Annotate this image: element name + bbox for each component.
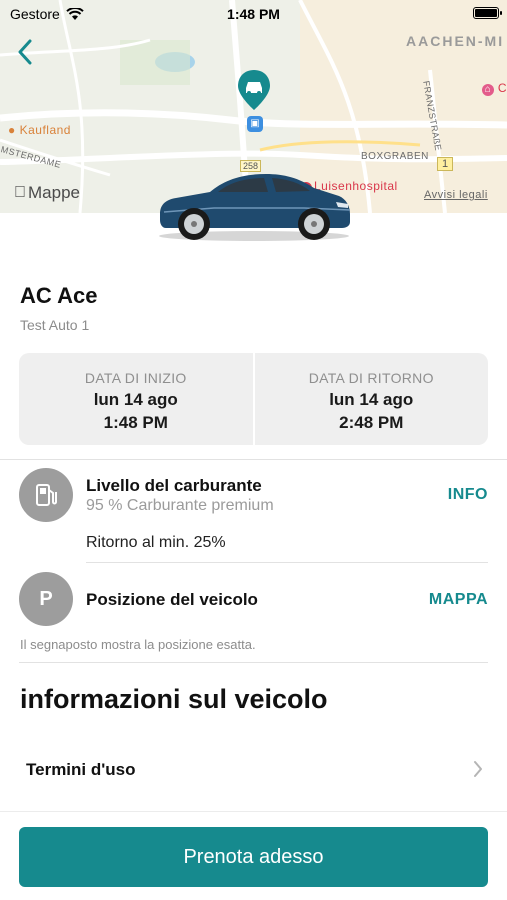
- vehicle-location-pin-icon[interactable]: [236, 68, 272, 112]
- apple-logo-icon: : [14, 184, 26, 202]
- battery-icon: [473, 7, 502, 19]
- back-button[interactable]: [10, 34, 40, 70]
- return-date-label: DATA DI RITORNO: [308, 370, 434, 386]
- start-date-day: lun 14 ago: [93, 390, 178, 409]
- fuel-info-button[interactable]: INFO: [448, 486, 488, 504]
- legal-link[interactable]: Avvisi legali: [424, 189, 488, 201]
- terms-of-use-row[interactable]: Termini d'uso: [0, 740, 507, 804]
- status-bar: Gestore 1:48 PM: [0, 0, 507, 26]
- chevron-right-icon: [474, 761, 482, 777]
- road-1-shield: 1: [437, 157, 454, 171]
- fuel-subtitle: 95 % Carburante premium: [86, 497, 274, 514]
- map-label-city: AACHEN-MI: [406, 33, 505, 49]
- parking-icon-circle: P: [19, 572, 73, 626]
- book-now-button[interactable]: Prenota adesso: [19, 827, 488, 887]
- vehicle-image: [159, 174, 351, 241]
- map-label-top-right-poi: ⌂ C: [482, 81, 507, 96]
- position-note: Il segnaposto mostra la posizione esatta…: [20, 637, 256, 652]
- map-label-boxgraben: BOXGRABEN: [361, 151, 429, 162]
- bus-stop-icon: ▣: [247, 116, 263, 132]
- position-map-button[interactable]: MAPPA: [429, 591, 488, 609]
- map-label-kaufland-text: Kaufland: [19, 123, 71, 137]
- poi-icon: ⌂: [482, 84, 494, 96]
- apple-maps-text: Mappe: [16, 183, 80, 202]
- fuel-pump-icon: [36, 484, 57, 506]
- return-date-day: lun 14 ago: [329, 390, 414, 409]
- status-time: 1:48 PM: [227, 6, 280, 22]
- map-label-kaufland: ● Kaufland: [8, 123, 71, 137]
- booking-dates: DATA DI INIZIO lun 14 ago 1:48 PM DATA D…: [19, 353, 488, 445]
- chevron-left-icon: [18, 39, 32, 65]
- vehicle-name: AC Ace: [20, 283, 98, 308]
- return-date-time: 2:48 PM: [339, 413, 404, 432]
- divider: [0, 459, 507, 460]
- return-date-column[interactable]: DATA DI RITORNO lun 14 ago 2:48 PM: [252, 353, 489, 445]
- divider: [19, 662, 488, 663]
- start-date-label: DATA DI INIZIO: [84, 370, 187, 386]
- fuel-return-note: Ritorno al min. 25%: [86, 534, 226, 551]
- vehicle-subtitle: Test Auto 1: [20, 317, 90, 333]
- parking-icon: P: [39, 587, 53, 610]
- position-title: Posizione del veicolo: [86, 590, 258, 609]
- start-date-time: 1:48 PM: [103, 413, 168, 432]
- fuel-icon-circle: [19, 468, 73, 522]
- start-date-column[interactable]: DATA DI INIZIO lun 14 ago 1:48 PM: [19, 353, 253, 445]
- vehicle-info-heading: informazioni sul veicolo: [20, 684, 328, 714]
- map-label-poi-text: C: [497, 81, 507, 95]
- apple-maps-logo: Mappe: [14, 183, 80, 203]
- terms-of-use-label: Termini d'uso: [26, 760, 136, 779]
- divider: [86, 562, 488, 563]
- fuel-title: Livello del carburante: [86, 476, 262, 495]
